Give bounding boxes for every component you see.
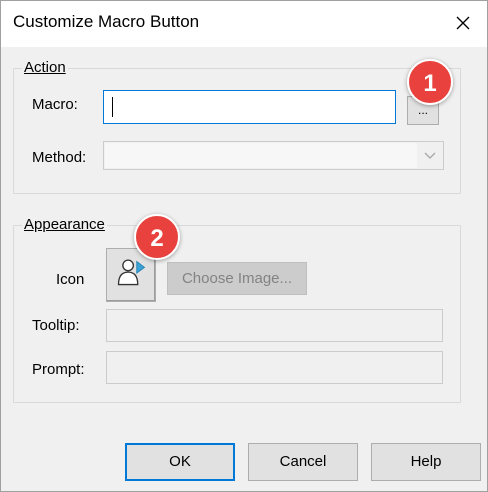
chevron-down-icon [417,142,443,169]
macro-label-text: Macro: [32,96,78,113]
icon-label-text: Icon [56,271,85,288]
macro-label: Macro: [32,96,78,113]
method-label: Method: [32,149,86,166]
prompt-label-text: Prompt: [32,361,85,378]
ok-button-label: OK [169,453,191,470]
appearance-group-legend: Appearance [22,216,107,233]
prompt-input[interactable] [106,351,443,384]
callout-badge-2-text: 2 [150,225,164,252]
icon-label: Icon [56,271,84,288]
close-icon[interactable] [449,9,477,37]
ok-button[interactable]: OK [125,443,235,481]
appearance-group-legend-text: Appearance [24,216,105,233]
action-group-legend: Action [22,59,68,76]
method-select-field [105,143,417,168]
customize-macro-button-dialog: Customize Macro Button Action Macro: ...… [0,0,488,492]
cancel-button[interactable]: Cancel [248,443,358,481]
choose-image-label: Choose Image... [181,270,293,287]
action-group-legend-text: Action [24,59,66,76]
title-bar: Customize Macro Button [1,1,487,47]
cancel-button-label: Cancel [279,453,327,470]
method-select[interactable] [103,141,444,170]
text-caret [112,97,113,117]
help-button[interactable]: Help [371,443,481,481]
macro-input[interactable] [103,90,396,124]
callout-badge-1-text: 1 [423,70,437,97]
tooltip-label: Tooltip: [32,317,80,334]
choose-image-button[interactable]: Choose Image... [167,262,307,295]
prompt-label: Prompt: [32,361,85,378]
tooltip-label-text: Tooltip: [32,317,80,334]
method-label-text: Method: [32,149,87,166]
action-group: Action [13,59,461,194]
tooltip-input[interactable] [106,309,443,342]
callout-badge-2: 2 [134,214,180,260]
help-button-label: Help [410,453,442,470]
callout-badge-1: 1 [407,59,453,105]
dialog-title: Customize Macro Button [13,12,200,31]
